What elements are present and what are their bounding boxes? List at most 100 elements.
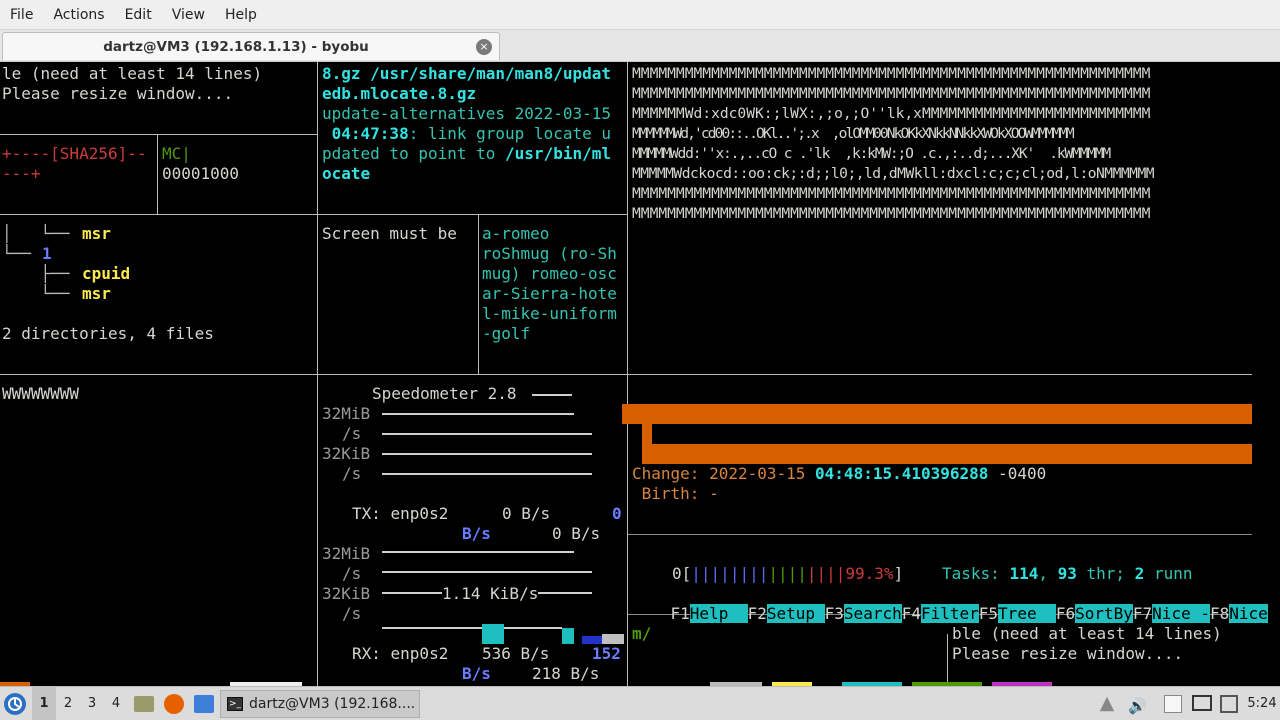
tree-item: msr: [82, 284, 111, 303]
rx-rate: 536 B/s: [482, 644, 550, 663]
tab-title: dartz@VM3 (192.168.1.13) - byobu: [103, 39, 369, 55]
fkey-f2[interactable]: F2Setup: [748, 604, 825, 623]
pane-text: WWWWWWWW: [2, 384, 80, 403]
command-prompt[interactable]: m/: [632, 624, 651, 644]
file-manager-icon[interactable]: [134, 696, 154, 712]
close-tab-icon[interactable]: ×: [476, 39, 492, 55]
phonetic-line: roShmug (ro-Sh: [482, 244, 617, 263]
ascii-art-row: MMMMMMWd:xdc0WK:;lWX:,;o,;O''lk,xMMMMMMM…: [632, 105, 1151, 122]
rx-bar: [602, 634, 624, 644]
workspace-4[interactable]: 4: [104, 687, 128, 720]
pane-line: Please resize window....: [952, 644, 1184, 663]
tree-item: msr: [82, 224, 111, 243]
phonetic-line: ar-Sierra-hote: [482, 284, 617, 303]
pane-line: Please resize window....: [2, 84, 234, 103]
scale-label: 32MiB: [322, 404, 371, 423]
tree-item: 1: [42, 244, 52, 263]
tree-branch: ├──: [2, 264, 80, 283]
tx-rate: 0 B/s: [502, 504, 551, 523]
clipboard-icon[interactable]: [1164, 695, 1182, 713]
power-icon[interactable]: [1220, 695, 1238, 713]
tx-num: 0: [612, 504, 622, 523]
rx-bar: [562, 628, 574, 644]
graph-line: [382, 413, 574, 415]
workspace-3[interactable]: 3: [80, 687, 104, 720]
eject-icon[interactable]: [1099, 696, 1115, 712]
pane-divider: [627, 62, 628, 375]
graph-line: [532, 394, 572, 396]
phonetic-line: l-mike-uniform: [482, 304, 617, 323]
fkey-f3[interactable]: F3Search: [825, 604, 902, 623]
scale-label: 32KiB: [322, 444, 371, 463]
taskbar: 1 2 3 4 >_ dartz@VM3 (192.168.... 🔊 5:24: [0, 686, 1280, 720]
scale-label: 32MiB: [322, 544, 371, 563]
workspace-2[interactable]: 2: [56, 687, 80, 720]
pane-divider: [0, 214, 627, 215]
terminal-tab[interactable]: dartz@VM3 (192.168.1.13) - byobu ×: [2, 32, 500, 60]
orange-bar: [642, 424, 652, 444]
stat-birth: Birth: -: [632, 484, 719, 503]
terminal-area[interactable]: le (need at least 14 lines) Please resiz…: [0, 62, 1280, 686]
graph-line: [504, 627, 562, 629]
menu-actions[interactable]: Actions: [43, 0, 114, 30]
tree-item: cpuid: [82, 264, 131, 283]
phonetic-line: a-romeo: [482, 224, 550, 243]
phonetic-line: mug) romeo-osc: [482, 264, 617, 283]
fkey-f5[interactable]: F5Tree: [979, 604, 1056, 623]
orange-bar: [622, 404, 1252, 424]
scale-unit: /s: [342, 464, 362, 483]
menu-file[interactable]: File: [0, 0, 43, 30]
tx-unit: B/s: [462, 524, 491, 543]
mc-label: MC|: [162, 144, 191, 163]
volume-icon[interactable]: 🔊: [1128, 697, 1147, 715]
fkey-f8[interactable]: F8Nice: [1210, 604, 1268, 623]
rx-num: 152: [592, 644, 621, 663]
taskbar-terminal-button[interactable]: >_ dartz@VM3 (192.168....: [220, 690, 420, 718]
menu-view[interactable]: View: [162, 0, 215, 30]
phonetic-line: -golf: [482, 324, 531, 343]
tx-rate2: 0 B/s: [552, 524, 601, 543]
sha-art: +----[SHA256]--: [2, 144, 147, 163]
graph-line: [382, 551, 574, 553]
firefox-icon[interactable]: [164, 694, 184, 714]
start-menu-icon[interactable]: [4, 693, 26, 715]
log-line: pdated to point to /usr/bin/ml: [322, 144, 611, 163]
pane-line: ble (need at least 14 lines): [952, 624, 1222, 643]
pane-message: Screen must be: [322, 224, 457, 243]
menu-edit[interactable]: Edit: [115, 0, 162, 30]
mc-value: 00001000: [162, 164, 240, 183]
terminal-icon: >_: [227, 697, 243, 711]
graph-line: [382, 627, 482, 629]
rx-rate2: 218 B/s: [532, 664, 600, 683]
ascii-art-row: MMMMMMMMMMMMMMMMMMMMMMMMMMMMMMMMMMMMMMMM…: [632, 185, 1151, 202]
log-line: 04:47:38: link group locate u: [322, 124, 611, 143]
tx-label: TX: enp0s2: [352, 504, 449, 523]
orange-bar: [642, 444, 1252, 464]
workspace-1[interactable]: 1: [32, 687, 56, 720]
fkey-f7[interactable]: F7Nice -: [1133, 604, 1210, 623]
fkey-f6[interactable]: F6SortBy: [1056, 604, 1133, 623]
htop-tasks: Tasks: 114, 93 thr; 2 runn: [942, 564, 1193, 583]
pane-divider: [157, 134, 158, 214]
rx-mid-rate: 1.14 KiB/s: [442, 584, 539, 604]
ascii-art-row: MMMMMMMMMMMMMMMMMMMMMMMMMMMMMMMMMMMMMMMM…: [632, 65, 1151, 82]
menubar: File Actions Edit View Help: [0, 0, 1280, 30]
graph-line: [382, 473, 592, 475]
desktop-icon[interactable]: [194, 695, 214, 713]
tab-bar: dartz@VM3 (192.168.1.13) - byobu ×: [0, 30, 1280, 62]
pane-divider: [0, 374, 1252, 375]
sha-art: ---+: [2, 164, 41, 183]
pane-line: le (need at least 14 lines): [2, 64, 263, 83]
fkey-f4[interactable]: F4Filter: [902, 604, 979, 623]
log-line: update-alternatives 2022-03-15: [322, 104, 611, 123]
monitor-icon[interactable]: [1192, 695, 1212, 711]
tree-branch: │ └──: [2, 224, 80, 243]
scale-unit: /s: [342, 424, 362, 443]
clock[interactable]: 5:24: [1244, 687, 1280, 720]
scale-unit: /s: [342, 564, 362, 583]
scale-label: 32KiB: [322, 584, 371, 603]
taskbar-terminal-label: dartz@VM3 (192.168....: [249, 696, 416, 712]
fkey-f1[interactable]: F1Help: [671, 604, 748, 623]
menu-help[interactable]: Help: [215, 0, 267, 30]
pane-divider: [628, 534, 1252, 535]
